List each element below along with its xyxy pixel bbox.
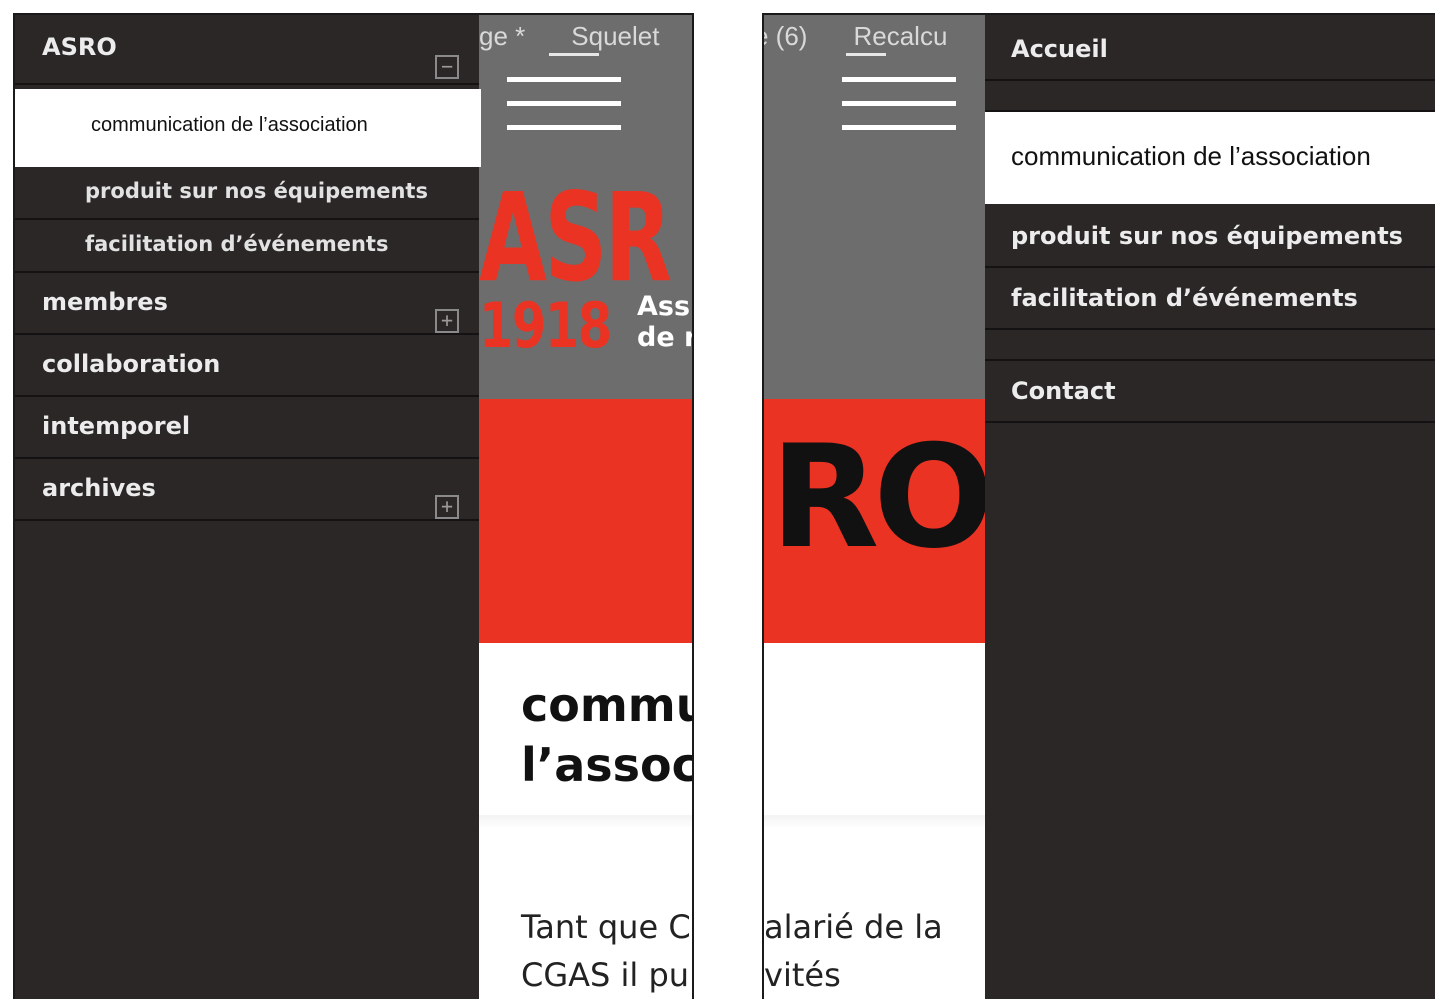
hamburger-menu-icon[interactable] bbox=[507, 77, 621, 130]
page-body-text: alarié de la vités bbox=[764, 908, 943, 994]
menu-item-label: facilitation d’événements bbox=[1011, 284, 1358, 312]
page-body-text: Tant que C CGAS il pu bbox=[521, 908, 691, 994]
browser-tab[interactable]: ge * bbox=[479, 21, 525, 51]
menu-item-facilitation[interactable]: facilitation d’événements bbox=[985, 268, 1435, 330]
menu-item-produit[interactable]: produit sur nos équipements bbox=[15, 167, 479, 220]
menu-item-collaboration[interactable]: collaboration bbox=[15, 335, 479, 397]
right-screenshot-panel: e (6) Recalcu RO alarié de la vités Accue… bbox=[762, 13, 1435, 999]
expand-icon[interactable]: + bbox=[435, 309, 459, 333]
highlighted-menu-label: communication de l’association bbox=[1011, 141, 1371, 171]
menu-item-archives[interactable]: archives + bbox=[15, 459, 479, 521]
menu-item-contact[interactable]: Contact bbox=[985, 361, 1435, 423]
hamburger-menu-icon[interactable] bbox=[842, 77, 956, 130]
menu-item-label: produit sur nos équipements bbox=[1011, 222, 1403, 250]
expand-icon[interactable]: + bbox=[435, 495, 459, 519]
highlighted-menu-label: communication de l’association bbox=[91, 114, 368, 136]
menu-item-label: membres bbox=[42, 288, 168, 316]
menu-item-label: ASRO bbox=[42, 33, 117, 61]
left-screenshot-panel: ge * Squelet ASR 1918 Ass de r commu l’as… bbox=[13, 13, 694, 999]
menu-item-label: archives bbox=[42, 474, 156, 502]
browser-tab-strip: e (6) Recalcu bbox=[764, 21, 993, 52]
menu-item-label: Accueil bbox=[1011, 35, 1108, 63]
logo-subtitle: Ass de r bbox=[637, 291, 694, 353]
collapse-icon[interactable]: − bbox=[435, 55, 459, 79]
large-logo-text: RO bbox=[770, 415, 994, 580]
page-title: commu l’assoc bbox=[521, 678, 694, 792]
browser-tab[interactable]: Recalcu bbox=[853, 21, 947, 51]
menu-spacer bbox=[985, 330, 1435, 361]
browser-tab-strip: ge * Squelet bbox=[479, 21, 692, 52]
tab-underline bbox=[549, 53, 599, 56]
browser-tab[interactable]: Squelet bbox=[571, 21, 659, 51]
menu-item-label: intemporel bbox=[42, 412, 191, 440]
menu-item-label: facilitation d’événements bbox=[85, 232, 389, 256]
logo-year: 1918 bbox=[479, 289, 612, 362]
menu-item-intemporel[interactable]: intemporel bbox=[15, 397, 479, 459]
menu-item-label: collaboration bbox=[42, 350, 221, 378]
menu-item-asro[interactable]: ASRO − bbox=[15, 15, 479, 85]
menu-item-facilitation[interactable]: facilitation d’événements bbox=[15, 220, 479, 273]
highlighted-menu-item[interactable]: communication de l’association bbox=[985, 112, 1435, 204]
menu-item-accueil[interactable]: Accueil bbox=[985, 15, 1435, 81]
menu-item-produit[interactable]: produit sur nos équipements bbox=[985, 204, 1435, 268]
menu-item-membres[interactable]: membres + bbox=[15, 273, 479, 335]
menu-item-label: produit sur nos équipements bbox=[85, 179, 428, 203]
menu-item-label: Contact bbox=[1011, 377, 1116, 405]
menu-spacer bbox=[985, 81, 1435, 112]
browser-tab[interactable]: e (6) bbox=[764, 21, 807, 51]
tab-underline bbox=[846, 53, 886, 56]
site-logo: ASR bbox=[479, 167, 672, 309]
highlighted-menu-item[interactable]: communication de l’association bbox=[15, 89, 481, 167]
